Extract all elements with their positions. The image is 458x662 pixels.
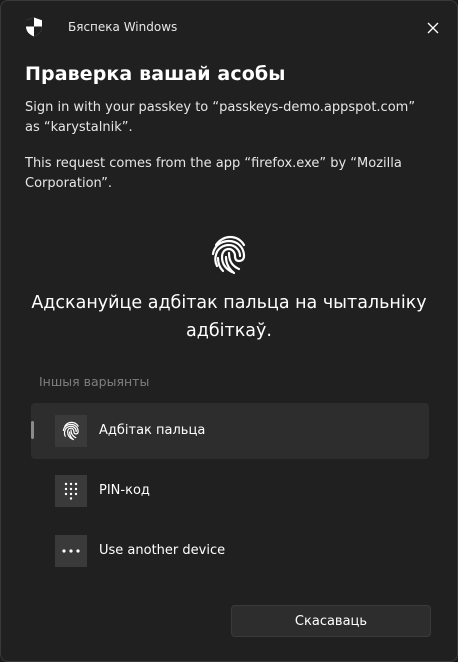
option-fingerprint[interactable]: Адбітак пальца — [31, 403, 429, 459]
sign-in-text: Sign in with your passkey to “passkeys-d… — [25, 100, 416, 135]
option-label: PIN-код — [99, 483, 150, 498]
selection-indicator — [31, 421, 34, 439]
fingerprint-icon — [55, 415, 87, 447]
request-source-text: This request comes from the app “firefox… — [25, 156, 402, 191]
option-label: Use another device — [99, 543, 226, 558]
keypad-icon — [55, 475, 87, 507]
fingerprint-icon — [209, 234, 249, 276]
dialog-footer: Скасаваць — [1, 591, 457, 661]
dialog-heading: Праверка вашай асобы — [25, 63, 286, 85]
window-title: Бяспека Windows — [68, 20, 178, 34]
scan-prompt: Адскануйце адбітак пальца на чытальніку … — [31, 293, 427, 341]
close-icon — [427, 22, 439, 34]
windows-security-dialog: Бяспека Windows Праверка вашай асобы Sig… — [0, 0, 458, 662]
option-another-device[interactable]: Use another device — [31, 523, 429, 579]
title-bar: Бяспека Windows — [1, 1, 457, 53]
more-icon — [55, 535, 87, 567]
close-button[interactable] — [419, 14, 447, 42]
cancel-button[interactable]: Скасаваць — [231, 605, 431, 637]
option-pin[interactable]: PIN-код — [31, 463, 429, 519]
other-options-label: Іншыя варыянты — [39, 374, 150, 389]
shield-icon — [25, 17, 43, 37]
option-label: Адбітак пальца — [99, 423, 206, 438]
